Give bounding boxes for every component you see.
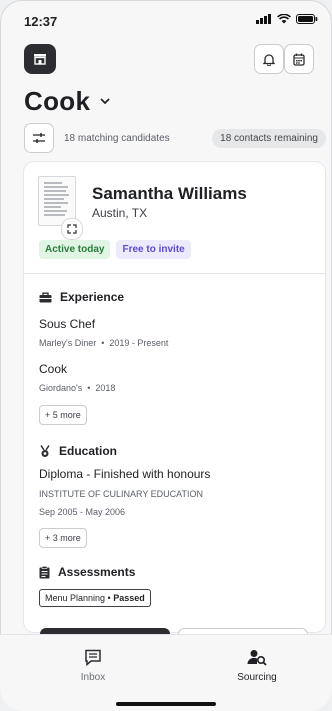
medal-icon: [40, 444, 50, 457]
status-bar: 12:37: [0, 0, 332, 34]
briefcase-icon: [39, 292, 52, 302]
divider: [24, 273, 325, 274]
education-school: INSTITUTE OF CULINARY EDUCATION: [39, 489, 204, 499]
tab-sourcing[interactable]: Sourcing: [222, 649, 292, 683]
status-time: 12:37: [24, 14, 58, 29]
candidate-location: Austin, TX: [92, 206, 148, 220]
expand-resume-button[interactable]: [61, 218, 83, 240]
education-degree: Diploma - Finished with honours: [39, 467, 211, 481]
store-icon: [34, 54, 46, 65]
job-1-title: Sous Chef: [39, 317, 96, 331]
calendar-button[interactable]: [284, 44, 314, 74]
free-to-invite-badge: Free to invite: [116, 240, 191, 259]
tab-sourcing-label: Sourcing: [237, 672, 277, 683]
chevron-down-icon: [100, 98, 110, 105]
tab-inbox[interactable]: Inbox: [58, 649, 128, 683]
job-2-meta: Giordano's • 2018: [39, 383, 116, 393]
candidate-card[interactable]: Samantha Williams Austin, TX Active toda…: [24, 162, 325, 632]
app-screen: 12:37 Cook 18 matching candidates 18 con…: [0, 0, 332, 711]
education-period: Sep 2005 - May 2006: [39, 507, 126, 517]
filter-row: 18 matching candidates 18 contacts remai…: [24, 123, 326, 153]
active-today-badge: Active today: [39, 240, 111, 259]
candidate-name: Samantha Williams: [92, 184, 247, 203]
wifi-icon: [277, 14, 291, 24]
assessments-heading: Assessments: [39, 565, 135, 579]
calendar-icon: [293, 53, 305, 66]
experience-more-button[interactable]: + 5 more: [39, 405, 87, 425]
notifications-button[interactable]: [254, 44, 284, 74]
job-title-dropdown[interactable]: Cook: [24, 86, 110, 117]
status-badges: Active today Free to invite: [39, 240, 191, 259]
battery-icon: [296, 14, 318, 24]
job-2-title: Cook: [39, 362, 68, 376]
status-icons: [256, 14, 318, 24]
job-1-meta: Marley's Diner • 2019 - Present: [39, 338, 169, 348]
sliders-icon: [33, 133, 45, 143]
education-heading: Education: [39, 444, 117, 458]
expand-icon: [67, 224, 77, 234]
contacts-remaining-badge: 18 contacts remaining: [212, 128, 326, 148]
bell-icon: [263, 53, 275, 66]
matching-count: 18 matching candidates: [64, 132, 170, 144]
education-more-button[interactable]: + 3 more: [39, 528, 87, 548]
message-icon: [85, 649, 101, 666]
page-title: Cook: [24, 86, 91, 116]
filter-button[interactable]: [24, 123, 54, 153]
assessment-tag: Menu Planning • Passed: [39, 589, 151, 607]
top-toolbar: [24, 44, 314, 76]
store-button[interactable]: [24, 44, 56, 74]
person-search-icon: [247, 650, 267, 666]
signal-icon: [256, 14, 271, 24]
bottom-tab-bar: Inbox Sourcing: [0, 634, 332, 711]
home-indicator: [116, 702, 216, 706]
clipboard-icon: [39, 565, 50, 578]
experience-heading: Experience: [39, 290, 124, 304]
tab-inbox-label: Inbox: [80, 672, 106, 683]
